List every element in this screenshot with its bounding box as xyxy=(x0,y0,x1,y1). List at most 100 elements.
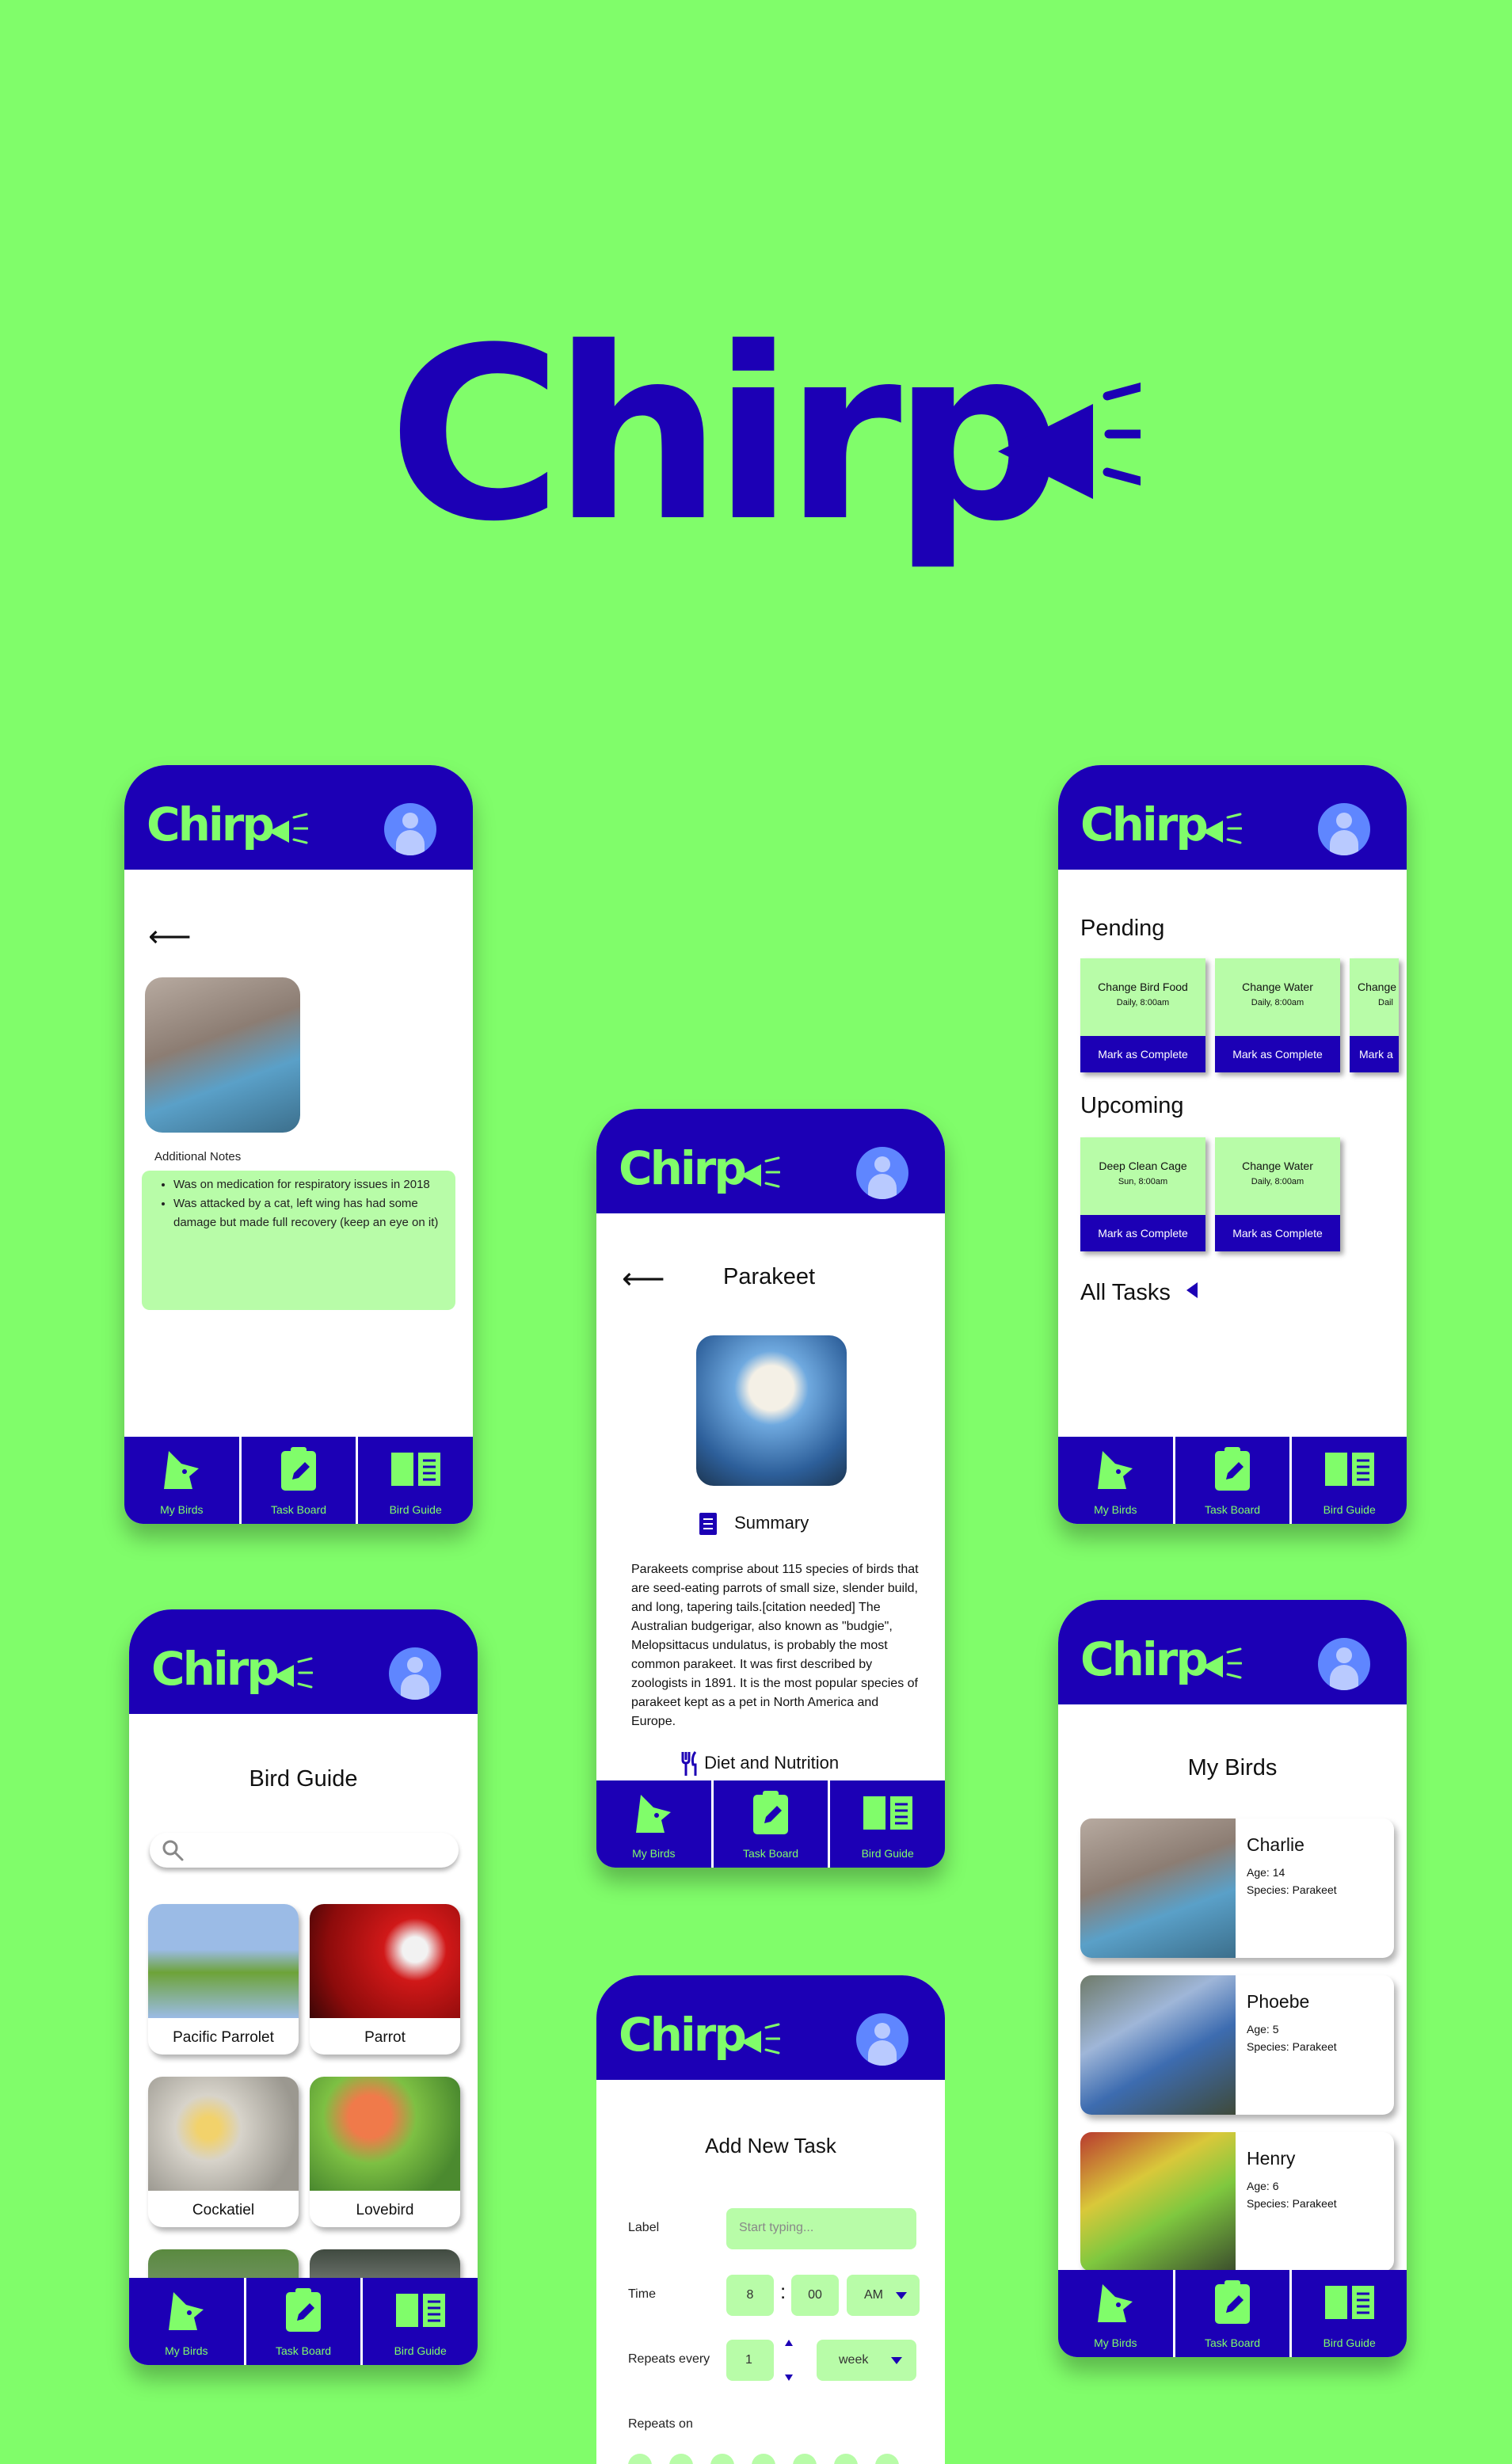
day-toggle[interactable] xyxy=(752,2454,775,2464)
label-field-label: Label xyxy=(628,2221,660,2234)
mark-complete-button[interactable]: Mark as Complete xyxy=(1215,1215,1340,1251)
profile-avatar-button[interactable] xyxy=(1318,1638,1370,1690)
phone-task-board: Chirp Pending Change Bird Food Daily, 8:… xyxy=(1058,765,1407,1524)
bird-age: Age: 14 xyxy=(1247,1866,1285,1879)
summary-text: Parakeets comprise about 115 species of … xyxy=(631,1563,919,1728)
sound-waves-icon xyxy=(273,1657,313,1689)
app-header: Chirp xyxy=(129,1609,478,1714)
bird-head-icon xyxy=(1098,2284,1133,2322)
ampm-value: AM xyxy=(864,2288,883,2302)
nav-label: Bird Guide xyxy=(389,1503,442,1516)
mark-complete-button[interactable]: Mark a xyxy=(1350,1036,1399,1072)
species-card[interactable]: Parrot xyxy=(310,1904,460,2055)
nav-label: My Birds xyxy=(165,2344,208,2357)
ampm-select[interactable]: AM xyxy=(847,2275,920,2316)
note-item: Was on medication for respiratory issues… xyxy=(173,1175,441,1194)
nav-label: Task Board xyxy=(742,1847,799,1860)
profile-avatar-button[interactable] xyxy=(384,803,436,855)
avatar-head xyxy=(402,813,418,828)
all-tasks-link[interactable]: All Tasks xyxy=(1080,1280,1199,1306)
nav-bird-guide[interactable]: Bird Guide xyxy=(1292,2270,1407,2357)
sound-waves-icon xyxy=(741,2023,780,2055)
nav-my-birds[interactable]: My Birds xyxy=(1058,1437,1175,1524)
label-input[interactable]: Start typing... xyxy=(726,2208,916,2249)
repeat-unit-select[interactable]: week xyxy=(817,2340,916,2381)
nav-my-birds[interactable]: My Birds xyxy=(1058,2270,1175,2357)
task-label: Change Water xyxy=(1242,981,1313,993)
chevron-down-icon xyxy=(896,2292,907,2299)
repeat-count-input[interactable]: 1 xyxy=(726,2340,774,2381)
nav-task-board[interactable]: Task Board xyxy=(246,2278,364,2365)
app-logo: Chirp xyxy=(1080,797,1242,852)
clipboard-edit-icon xyxy=(1215,1447,1250,1491)
repeats-every-label: Repeats every xyxy=(628,2352,710,2366)
profile-avatar-button[interactable] xyxy=(1318,803,1370,855)
sound-waves-icon xyxy=(1202,1647,1242,1679)
day-toggle[interactable] xyxy=(710,2454,734,2464)
day-toggle[interactable] xyxy=(793,2454,817,2464)
profile-avatar-button[interactable] xyxy=(389,1647,441,1700)
nav-my-birds[interactable]: My Birds xyxy=(124,1437,242,1524)
nav-task-board[interactable]: Task Board xyxy=(1175,1437,1293,1524)
nav-task-board[interactable]: Task Board xyxy=(1175,2270,1293,2357)
day-toggle[interactable] xyxy=(628,2454,652,2464)
nav-bird-guide[interactable]: Bird Guide xyxy=(363,2278,478,2365)
diet-heading: Diet and Nutrition xyxy=(680,1750,839,1777)
task-label: Deep Clean Cage xyxy=(1099,1160,1187,1172)
profile-avatar-button[interactable] xyxy=(856,2013,908,2066)
app-logo-text: Chirp xyxy=(1080,1632,1209,1686)
back-arrow-icon[interactable]: ⟵ xyxy=(622,1264,665,1294)
species-card[interactable]: Pacific Parrolet xyxy=(148,1904,299,2055)
minute-input[interactable]: 00 xyxy=(791,2275,839,2316)
open-book-icon xyxy=(1324,1453,1374,1486)
task-label: Change Bird Food xyxy=(1098,981,1188,993)
clipboard-edit-icon xyxy=(1215,2280,1250,2324)
bird-card[interactable]: Phoebe Age: 5 Species: Parakeet xyxy=(1080,1975,1394,2115)
nav-bird-guide[interactable]: Bird Guide xyxy=(358,1437,473,1524)
nav-bird-guide[interactable]: Bird Guide xyxy=(1292,1437,1407,1524)
open-book-icon xyxy=(390,1453,440,1486)
nav-my-birds[interactable]: My Birds xyxy=(129,2278,246,2365)
task-card: Change Water Daily, 8:00am Mark as Compl… xyxy=(1215,1137,1340,1251)
mark-complete-button[interactable]: Mark as Complete xyxy=(1215,1036,1340,1072)
sound-waves-icon xyxy=(1202,813,1242,844)
bird-name: Phoebe xyxy=(1247,1991,1310,2012)
back-arrow-icon[interactable]: ⟵ xyxy=(148,922,191,952)
day-toggle[interactable] xyxy=(875,2454,899,2464)
nav-label: My Birds xyxy=(160,1503,204,1516)
chirp-logo: Chirp xyxy=(388,285,1148,602)
app-logo: Chirp xyxy=(619,2007,780,2062)
mark-complete-button[interactable]: Mark as Complete xyxy=(1080,1215,1205,1251)
app-logo-text: Chirp xyxy=(619,2008,747,2062)
hour-input[interactable]: 8 xyxy=(726,2275,774,2316)
profile-avatar-button[interactable] xyxy=(856,1147,908,1199)
nav-label: Bird Guide xyxy=(1323,2336,1376,2349)
day-toggle[interactable] xyxy=(834,2454,858,2464)
bird-card[interactable]: Charlie Age: 14 Species: Parakeet xyxy=(1080,1818,1394,1958)
nav-bird-guide[interactable]: Bird Guide xyxy=(830,1780,945,1868)
bottom-nav: My Birds Task Board Bird Guide xyxy=(596,1780,945,1868)
nav-label: Task Board xyxy=(1204,1503,1261,1516)
note-item: Was attacked by a cat, left wing has had… xyxy=(173,1194,441,1232)
day-toggle[interactable] xyxy=(669,2454,693,2464)
bird-name: Charlie xyxy=(1247,1834,1304,1855)
species-name: Cockatiel xyxy=(192,2202,255,2218)
search-icon xyxy=(162,1840,184,1861)
app-header: Chirp xyxy=(596,1975,945,2080)
mark-complete-button[interactable]: Mark as Complete xyxy=(1080,1036,1205,1072)
species-card[interactable]: Lovebird xyxy=(310,2077,460,2227)
task-time: Daily, 8:00am xyxy=(1116,998,1170,1007)
nav-label: Task Board xyxy=(270,1503,327,1516)
stepper-arrows[interactable] xyxy=(783,2338,794,2386)
species-card[interactable]: Cockatiel xyxy=(148,2077,299,2227)
upcoming-title: Upcoming xyxy=(1080,1093,1184,1118)
page-title: Bird Guide xyxy=(249,1766,358,1792)
task-card: Change Dail Mark a xyxy=(1350,958,1399,1072)
caret-left-icon xyxy=(1186,1282,1198,1298)
nav-my-birds[interactable]: My Birds xyxy=(596,1780,714,1868)
bird-card[interactable]: Henry Age: 6 Species: Parakeet xyxy=(1080,2132,1394,2272)
search-input[interactable] xyxy=(150,1833,459,1868)
notes-box: Was on medication for respiratory issues… xyxy=(142,1171,455,1310)
nav-task-board[interactable]: Task Board xyxy=(714,1780,831,1868)
nav-task-board[interactable]: Task Board xyxy=(242,1437,359,1524)
